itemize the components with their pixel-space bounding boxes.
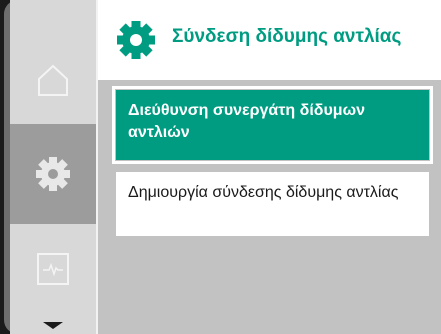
menu-item-partner-address[interactable]: Διεύθυνση συνεργάτη δίδυμων αντλιών	[112, 86, 433, 164]
gear-icon	[36, 157, 70, 191]
settings-gear-icon	[117, 21, 155, 59]
pulse-monitor-icon	[37, 253, 69, 285]
sidebar-item-settings[interactable]	[10, 124, 96, 224]
sidebar-item-home[interactable]	[10, 37, 96, 123]
menu-item-create-connection[interactable]: Δημιουργία σύνδεσης δίδυμης αντλίας	[116, 172, 429, 236]
sidebar-scroll-down[interactable]	[10, 316, 96, 334]
home-icon	[38, 64, 68, 96]
sidebar-item-monitor[interactable]	[10, 226, 96, 312]
chevron-down-icon	[43, 322, 63, 329]
menu-item-label: Διεύθυνση συνεργάτη δίδυμων αντλιών	[128, 102, 365, 141]
menu-item-label: Δημιουργία σύνδεσης δίδυμης αντλίας	[128, 184, 399, 201]
page-title: Σύνδεση δίδυμης αντλίας	[172, 26, 402, 47]
header: Σύνδεση δίδυμης αντλίας	[98, 0, 441, 80]
